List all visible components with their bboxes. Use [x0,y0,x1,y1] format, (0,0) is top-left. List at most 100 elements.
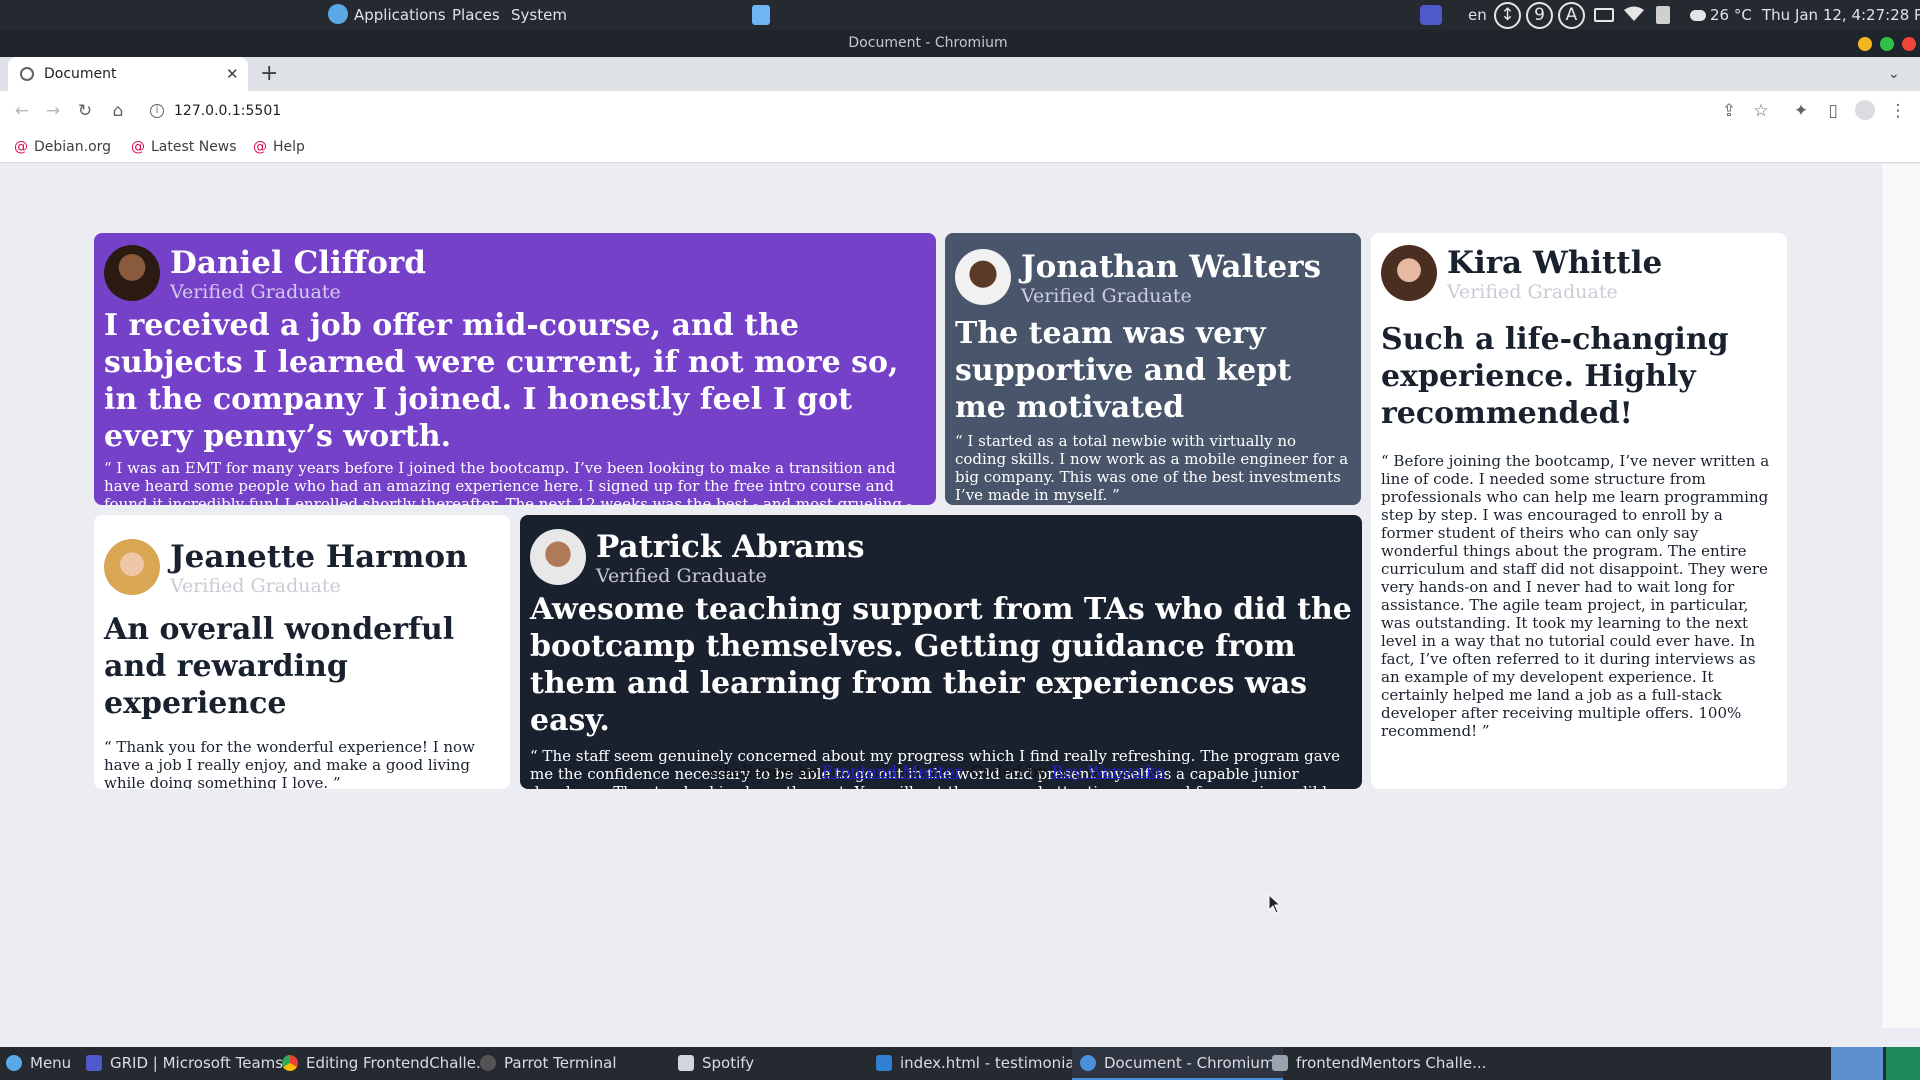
teams-icon [86,1055,102,1071]
testimonial-headline: Such a life-changing experience. Highly … [1381,322,1729,431]
taskbar-item-spotify[interactable]: Spotify [678,1047,754,1080]
testimonial-card-jeanette: Jeanette Harmon Verified Graduate An ove… [94,515,510,789]
avatar [955,249,1011,305]
debian-swirl-icon: @ [14,139,28,155]
share-icon[interactable]: ⇪ [1717,99,1741,123]
window-title: Document - Chromium [848,35,1008,51]
testimonial-role: Verified Graduate [170,575,341,597]
testimonial-card-kira: Kira Whittle Verified Graduate Such a li… [1371,233,1787,789]
extensions-icon[interactable]: ✦ [1789,99,1813,123]
testimonial-card-daniel: Daniel Clifford Verified Graduate I rece… [94,233,936,505]
taskbar: Menu GRID | Microsoft Teams Editing Fron… [0,1047,1920,1080]
author-link[interactable]: Roy Wanyoike [1052,762,1166,781]
browser-toolbar: ← → ↻ ⌂ i 127.0.0.1:5501 ⇪ ☆ ✦ ▯ ⋮ [0,91,1920,131]
testimonial-headline: An overall wonderful and rewarding exper… [104,612,455,721]
display-icon[interactable] [1594,0,1614,30]
start-menu-button[interactable]: Menu [6,1047,71,1080]
network-updown-icon[interactable]: ↕ [1494,2,1521,29]
chrome-icon [282,1055,298,1071]
tab-search-icon[interactable]: ⌄ [1888,57,1900,91]
testimonial-name: Daniel Clifford [170,245,426,281]
avatar [1381,245,1437,301]
taskbar-item-chromium-active[interactable]: Document - Chromium [1072,1047,1283,1080]
close-tab-icon[interactable]: ✕ [226,57,239,91]
testimonial-quote: “ Before joining the bootcamp, I’ve neve… [1381,452,1770,740]
bookmark-latest-news[interactable]: @ Latest News [131,131,237,163]
cloud-icon [1690,10,1706,21]
parrot-logo-icon [6,1055,22,1071]
taskbar-item-terminal[interactable]: Parrot Terminal [480,1047,617,1080]
bookmark-star-icon[interactable]: ☆ [1749,99,1773,123]
testimonial-role: Verified Graduate [596,565,767,587]
notes-icon[interactable] [752,0,770,30]
menu-kebab-icon[interactable]: ⋮ [1886,99,1910,123]
spotify-icon [678,1055,694,1071]
workspace-2[interactable] [1886,1047,1920,1080]
testimonial-card-patrick: Patrick Abrams Verified Graduate Awesome… [520,515,1362,789]
parrot-logo-icon [328,4,348,24]
taskbar-item-vscode[interactable]: index.html - testimonial... [876,1047,1093,1080]
testimonial-name: Jeanette Harmon [170,539,468,575]
debian-swirl-icon: @ [131,139,145,155]
page-viewport: Daniel Clifford Verified Graduate I rece… [0,164,1881,1028]
language-indicator[interactable]: en [1468,0,1487,30]
testimonial-headline: The team was very supportive and kept me… [955,316,1292,425]
testimonial-role: Verified Graduate [1447,281,1618,303]
updates-count-indicator[interactable]: 9 [1526,2,1553,29]
side-panel-icon[interactable]: ▯ [1821,99,1845,123]
battery-icon[interactable] [1656,0,1670,30]
tab-document[interactable]: Document ✕ [8,57,248,91]
bookmark-help[interactable]: @ Help [253,131,305,163]
testimonial-quote: “ I started as a total newbie with virtu… [955,432,1349,504]
site-info-icon[interactable]: i [150,104,164,118]
home-icon[interactable]: ⌂ [106,99,130,123]
page-scrollbar[interactable] [1881,164,1920,1028]
address-bar[interactable]: i 127.0.0.1:5501 [140,95,1760,127]
accessibility-indicator[interactable]: A [1558,2,1585,29]
chromium-icon [1080,1055,1096,1071]
testimonial-role: Verified Graduate [170,281,341,303]
frontend-mentor-link[interactable]: Frontend Mentor [822,762,960,781]
attribution: Challenge by Frontend Mentor. Coded by R… [710,762,1171,781]
testimonial-role: Verified Graduate [1021,285,1192,307]
taskbar-item-files[interactable]: frontendMentors Challe... [1272,1047,1486,1080]
profile-icon[interactable] [1853,99,1877,123]
avatar [104,539,160,595]
places-menu[interactable]: Places [452,0,500,30]
reload-icon[interactable]: ↻ [73,99,97,123]
applications-menu[interactable]: Applications [328,0,446,30]
forward-icon[interactable]: → [41,99,65,123]
avatar [530,529,586,585]
vscode-icon [876,1055,892,1071]
window-title-bar: Document - Chromium [0,30,1920,57]
workspace-1[interactable] [1831,1047,1883,1080]
folder-icon [1272,1055,1288,1071]
testimonial-card-jonathan: Jonathan Walters Verified Graduate The t… [945,233,1361,505]
avatar [104,245,160,301]
tab-strip: Document ✕ + ⌄ [0,57,1920,91]
weather-indicator[interactable]: 26 °C [1690,0,1752,30]
taskbar-item-teams[interactable]: GRID | Microsoft Teams [86,1047,283,1080]
wifi-icon[interactable] [1624,0,1644,30]
testimonial-quote: “ I was an EMT for many years before I j… [104,459,912,505]
testimonial-name: Jonathan Walters [1021,249,1322,285]
system-panel: Applications Places System en ↕ 9 A 26 °… [0,0,1920,30]
globe-icon [20,67,34,81]
system-menu[interactable]: System [511,0,567,30]
debian-swirl-icon: @ [253,139,267,155]
maximize-button[interactable] [1880,37,1894,51]
teams-tray-icon[interactable] [1420,0,1442,30]
clock[interactable]: Thu Jan 12, 4:27:28 PM [1762,0,1920,30]
back-icon[interactable]: ← [10,99,34,123]
testimonial-name: Patrick Abrams [596,529,865,565]
close-window-button[interactable] [1902,37,1916,51]
bookmark-debian[interactable]: @ Debian.org [14,131,111,163]
new-tab-button[interactable]: + [260,57,278,91]
mouse-cursor-icon [1268,894,1282,914]
minimize-button[interactable] [1858,37,1872,51]
terminal-icon [480,1055,496,1071]
taskbar-item-chrome-editing[interactable]: Editing FrontendChalle... [282,1047,490,1080]
testimonial-headline: I received a job offer mid-course, and t… [104,308,899,454]
bookmarks-bar: @ Debian.org @ Latest News @ Help [0,131,1920,163]
testimonial-headline: Awesome teaching support from TAs who di… [530,592,1352,738]
